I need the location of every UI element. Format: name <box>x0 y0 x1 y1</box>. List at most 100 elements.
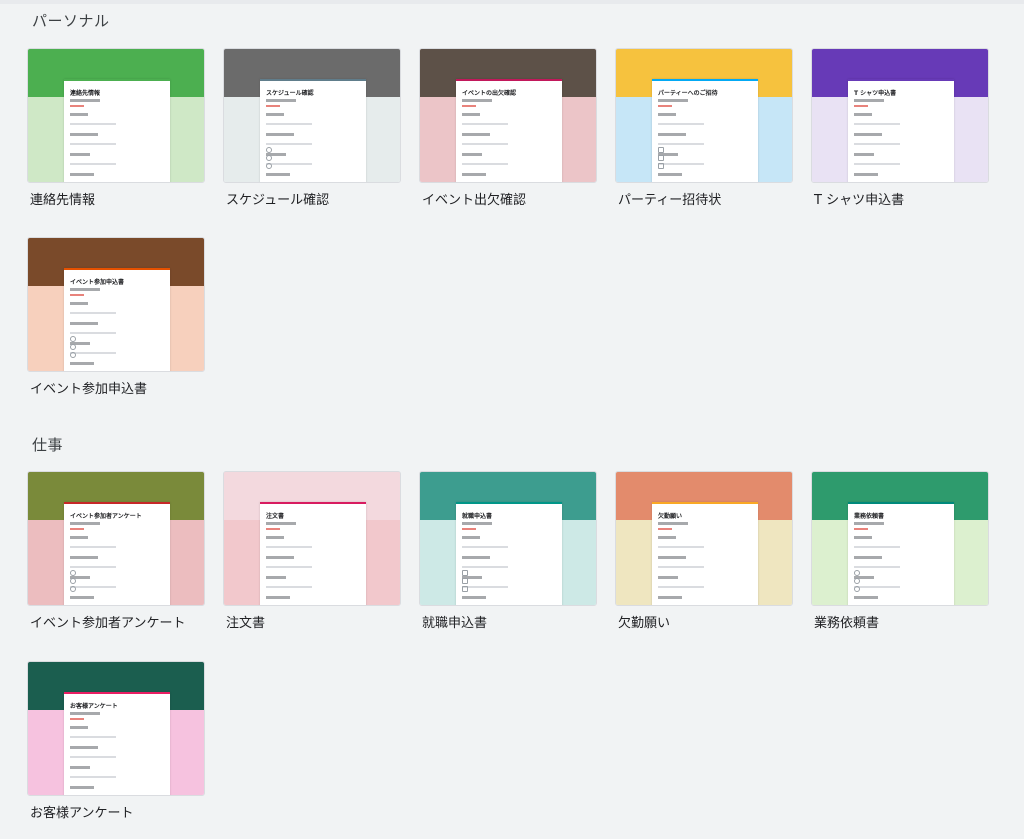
required-note <box>70 528 84 530</box>
template-label[interactable]: イベント参加申込書 <box>30 378 147 397</box>
top-divider <box>0 0 1024 4</box>
question-label <box>462 596 486 599</box>
template-card[interactable]: お客様アンケート <box>27 661 205 796</box>
question-label <box>70 322 98 325</box>
schedule-form-thumbnail: スケジュール確認 <box>260 79 366 182</box>
question-label <box>266 99 296 102</box>
question-label <box>658 576 678 579</box>
question-label <box>70 522 100 525</box>
question-label <box>70 362 94 365</box>
question-label <box>854 133 882 136</box>
answer-line <box>266 123 312 125</box>
question-label <box>854 556 882 559</box>
template-label[interactable]: パーティー招待状 <box>618 189 721 208</box>
required-note <box>70 105 84 107</box>
question-label <box>70 173 94 176</box>
question-label <box>462 99 492 102</box>
template-card[interactable]: イベント参加申込書 <box>27 237 205 372</box>
question-label <box>70 302 88 305</box>
option-marker <box>266 147 272 153</box>
question-label <box>462 133 490 136</box>
option-marker <box>70 352 76 358</box>
form-title: 就職申込書 <box>462 513 493 520</box>
template-card[interactable]: 連絡先情報 <box>27 48 205 183</box>
question-label <box>70 153 90 156</box>
option-marker <box>658 147 664 153</box>
template-label[interactable]: 業務依頼書 <box>814 612 879 631</box>
event-feedback-form-thumbnail: イベント参加者アンケート <box>64 502 170 605</box>
option-marker <box>266 163 272 169</box>
rsvp-form-thumbnail: イベントの出欠確認 <box>456 79 562 182</box>
answer-line <box>70 143 116 145</box>
question-label <box>854 596 878 599</box>
option-marker <box>462 578 468 584</box>
required-note <box>462 105 476 107</box>
option-marker <box>70 578 76 584</box>
question-label <box>658 556 686 559</box>
template-label[interactable]: T シャツ申込書 <box>814 189 904 208</box>
answer-line <box>70 566 116 568</box>
question-label <box>70 746 98 749</box>
template-label[interactable]: 欠勤願い <box>618 612 670 631</box>
answer-line <box>70 736 116 738</box>
template-card[interactable]: 就職申込書 <box>419 471 597 606</box>
party-form-thumbnail: パーティーへのご招待 <box>652 79 758 182</box>
template-label[interactable]: イベント参加者アンケート <box>30 612 185 631</box>
answer-line <box>266 566 312 568</box>
template-card[interactable]: 注文書 <box>223 471 401 606</box>
template-label[interactable]: スケジュール確認 <box>226 189 329 208</box>
answer-line <box>854 586 900 588</box>
form-title: 業務依頼書 <box>854 513 885 520</box>
option-marker <box>70 344 76 350</box>
template-label[interactable]: 連絡先情報 <box>30 189 95 208</box>
answer-line <box>462 123 508 125</box>
question-label <box>70 288 100 291</box>
form-title: T シャツ申込書 <box>854 90 897 97</box>
answer-line <box>854 566 900 568</box>
required-note <box>658 528 672 530</box>
question-label <box>266 113 284 116</box>
answer-line <box>70 352 116 354</box>
event-registration-form-thumbnail: イベント参加申込書 <box>64 268 170 371</box>
template-label[interactable]: 就職申込書 <box>422 612 487 631</box>
form-title: イベントの出欠確認 <box>462 90 517 97</box>
template-card[interactable]: 欠勤願い <box>615 471 793 606</box>
answer-line <box>70 776 116 778</box>
job-application-form-thumbnail: 就職申込書 <box>456 502 562 605</box>
option-marker <box>854 586 860 592</box>
question-label <box>462 556 490 559</box>
section-title-personal: パーソナル <box>32 12 110 30</box>
question-label <box>658 173 682 176</box>
option-marker <box>70 336 76 342</box>
question-label <box>854 153 874 156</box>
required-note <box>70 718 84 720</box>
form-title: スケジュール確認 <box>266 90 314 97</box>
answer-line <box>462 143 508 145</box>
question-label <box>266 522 296 525</box>
answer-line <box>854 143 900 145</box>
required-note <box>462 528 476 530</box>
form-title: イベント参加者アンケート <box>70 513 142 520</box>
template-card[interactable]: パーティーへのご招待 <box>615 48 793 183</box>
question-label <box>70 556 98 559</box>
answer-line <box>70 312 116 314</box>
required-note <box>658 105 672 107</box>
template-card[interactable]: T シャツ申込書 <box>811 48 989 183</box>
option-marker <box>658 163 664 169</box>
question-label <box>70 712 100 715</box>
template-label[interactable]: イベント出欠確認 <box>422 189 526 208</box>
time-off-form-thumbnail: 欠勤願い <box>652 502 758 605</box>
question-label <box>462 173 486 176</box>
question-label <box>266 536 284 539</box>
work-request-form-thumbnail: 業務依頼書 <box>848 502 954 605</box>
template-label[interactable]: お客様アンケート <box>30 802 133 821</box>
template-card[interactable]: 業務依頼書 <box>811 471 989 606</box>
answer-line <box>70 163 116 165</box>
template-card[interactable]: イベントの出欠確認 <box>419 48 597 183</box>
required-note <box>854 528 868 530</box>
template-card[interactable]: スケジュール確認 <box>223 48 401 183</box>
answer-line <box>70 756 116 758</box>
required-note <box>854 105 868 107</box>
template-label[interactable]: 注文書 <box>226 612 265 631</box>
template-card[interactable]: イベント参加者アンケート <box>27 471 205 606</box>
